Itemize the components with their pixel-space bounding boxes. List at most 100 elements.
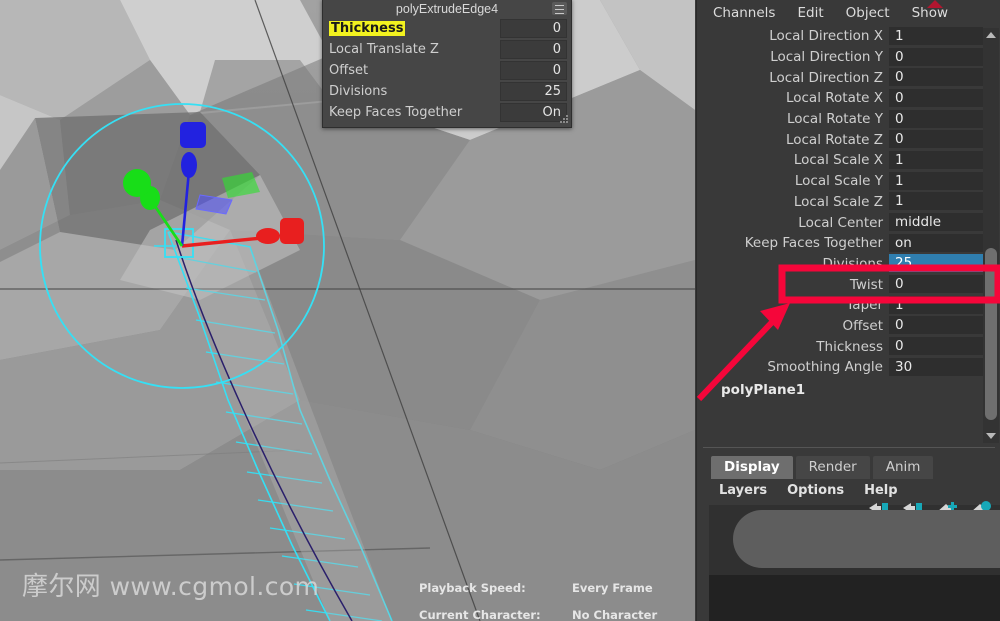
channel-row[interactable]: Taper 1 [697,295,983,316]
channel-name: Local Direction Y [770,49,883,66]
watermark-cn: 摩尔网 [22,572,102,602]
channel-row[interactable]: Local Rotate Y 0 [697,109,983,130]
channel-box-scrollbar[interactable] [983,28,999,443]
channel-name: Local Rotate Z [785,131,883,148]
channel-name: Twist [849,276,883,293]
channel-value[interactable]: 0 [889,337,983,357]
channel-name: Local Direction X [769,28,883,45]
channel-name: Divisions [822,255,883,272]
layer-editor: Display Render Anim Layers Options Help [697,455,1000,621]
tab-render[interactable]: Render [795,456,870,479]
scroll-up-arrow[interactable] [983,28,999,42]
channel-name: Local Direction Z [769,69,883,86]
menu-channels[interactable]: Channels [713,5,775,21]
hamburger-icon[interactable] [552,2,567,15]
channel-value[interactable]: 0 [889,68,983,88]
tool-value-local-translate-z[interactable]: 0 [500,40,567,59]
channel-row[interactable]: Keep Faces Together on [697,233,983,254]
channel-row[interactable]: Local Direction Z 0 [697,67,983,88]
channel-name: Local Rotate Y [786,111,883,128]
channel-row[interactable]: Local Rotate Z 0 [697,129,983,150]
tool-label-divisions: Divisions [329,84,388,99]
tool-row-offset[interactable]: Offset 0 [323,60,571,81]
channel-name: Thickness [816,338,883,355]
layer-row[interactable] [709,575,1000,621]
channel-value[interactable]: 1 [889,192,983,212]
scrollbar-thumb[interactable] [985,248,997,420]
channel-value[interactable]: 1 [889,26,983,46]
scroll-down-arrow[interactable] [983,429,999,443]
tool-value-thickness[interactable]: 0 [500,19,567,38]
tool-row-thickness[interactable]: Thickness 0 [323,18,571,39]
layer-tooltip-popup [733,510,1000,568]
channel-value[interactable]: 0 [889,130,983,150]
channel-name: Local Center [798,214,883,231]
channel-row[interactable]: Twist 0 [697,274,983,295]
channel-row[interactable]: Local Scale X 1 [697,150,983,171]
layer-editor-menubar: Layers Options Help [697,479,1000,498]
channel-value[interactable]: middle [889,213,983,233]
channel-value[interactable]: 30 [889,357,983,377]
channel-row[interactable]: Divisions 25 [697,254,983,275]
channel-value[interactable]: 0 [889,88,983,108]
hud-label-playback-speed: Playback Speed: [419,581,526,595]
channel-value[interactable]: 0 [889,109,983,129]
watermark-url: www.cgmol.com [109,572,320,601]
channel-name: Local Scale Z [793,193,883,210]
menu-object[interactable]: Object [846,5,890,21]
tab-display[interactable]: Display [711,456,793,479]
tool-row-local-translate-z[interactable]: Local Translate Z 0 [323,39,571,60]
tool-window-titlebar: polyExtrudeEdge4 [323,0,571,18]
channel-name: Local Rotate X [785,90,883,107]
tool-label-thickness: Thickness [329,21,406,36]
channel-row[interactable]: Local Direction X 1 [697,26,983,47]
channel-name: Keep Faces Together [744,235,883,252]
channel-row[interactable]: Thickness 0 [697,336,983,357]
channel-row[interactable]: Local Scale Y 1 [697,171,983,192]
tool-row-divisions[interactable]: Divisions 25 [323,81,571,102]
menu-help[interactable]: Help [864,483,897,498]
resize-grip-icon[interactable] [559,115,569,125]
channel-box-node-name: polyPlane1 [721,381,806,398]
panel-divider[interactable] [703,447,995,448]
channel-row[interactable]: Offset 0 [697,316,983,337]
channel-row[interactable]: Local Rotate X 0 [697,88,983,109]
channel-name: Local Scale X [793,152,883,169]
channel-name: Offset [842,317,883,334]
tool-value-offset[interactable]: 0 [500,61,567,80]
tool-value-divisions[interactable]: 25 [500,82,567,101]
layer-editor-tabs: Display Render Anim [697,455,1000,479]
channel-value[interactable]: 0 [889,275,983,295]
channel-value[interactable]: 0 [889,47,983,67]
channel-value[interactable]: 0 [889,316,983,336]
tool-value-keep-faces-together[interactable]: On [500,103,567,122]
hud-value-playback-speed: Every Frame [572,581,653,595]
channel-box[interactable]: Local Direction X 1 Local Direction Y 0 Loca… [697,26,1000,445]
channel-row[interactable]: Local Center middle [697,212,983,233]
menu-options[interactable]: Options [787,483,844,498]
right-dock: Channels Edit Object Show Local Directio… [696,0,1000,621]
tool-label-local-translate-z: Local Translate Z [329,42,439,57]
channel-box-menubar: Channels Edit Object Show [697,0,1000,26]
poly-extrude-edge-tool-window[interactable]: polyExtrudeEdge4 Thickness 0 Local Trans… [322,0,572,128]
channel-value[interactable]: 1 [889,295,983,315]
menu-edit[interactable]: Edit [797,5,823,21]
tab-anim[interactable]: Anim [872,456,934,479]
channel-row[interactable]: Smoothing Angle 30 [697,357,983,378]
tool-label-keep-faces-together: Keep Faces Together [329,105,463,120]
watermark: 摩尔网 www.cgmol.com [22,566,319,603]
channel-value[interactable]: 25 [889,254,983,274]
channel-name: Smoothing Angle [767,359,883,376]
3d-viewport[interactable]: 摩尔网 www.cgmol.com Playback Speed: Every … [0,0,695,621]
channel-row[interactable]: Local Scale Z 1 [697,192,983,213]
layer-list-area[interactable] [709,501,1000,621]
channel-name: Local Scale Y [794,173,883,190]
tool-row-keep-faces-together[interactable]: Keep Faces Together On [323,102,571,123]
menu-show[interactable]: Show [912,5,948,21]
maya-window: 摩尔网 www.cgmol.com Playback Speed: Every … [0,0,1000,621]
channel-row[interactable]: Local Direction Y 0 [697,47,983,68]
channel-value[interactable]: on [889,233,983,253]
channel-value[interactable]: 1 [889,150,983,170]
menu-layers[interactable]: Layers [719,483,767,498]
channel-value[interactable]: 1 [889,171,983,191]
